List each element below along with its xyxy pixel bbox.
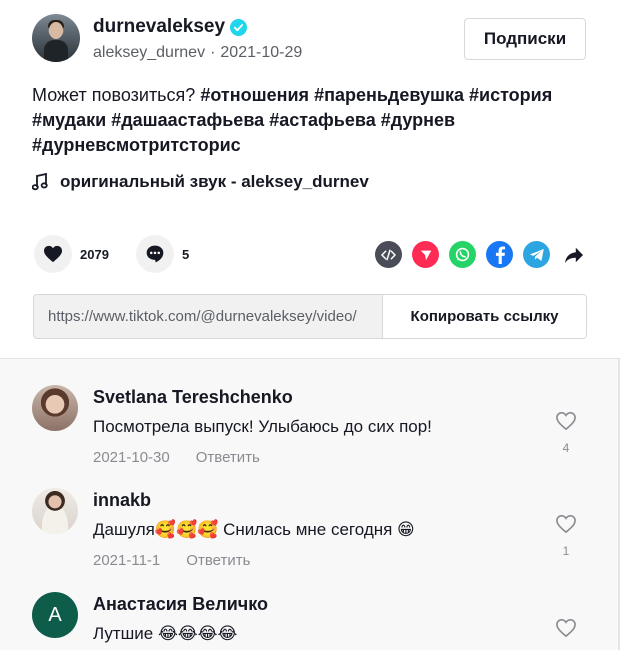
following-button[interactable]: Подписки	[464, 18, 586, 60]
comment-like[interactable]	[554, 618, 578, 638]
video-link-field[interactable]: https://www.tiktok.com/@durnevaleksey/vi…	[34, 295, 382, 338]
commenter-avatar[interactable]	[32, 488, 78, 534]
like-action[interactable]: 2079	[34, 235, 109, 273]
commenter-name[interactable]: Svetlana Tereshchenko	[93, 387, 293, 408]
comment-list: Svetlana Tereshchenko Посмотрела выпуск!…	[0, 358, 620, 650]
commenter-name[interactable]: innakb	[93, 490, 151, 511]
comment-like[interactable]: 4	[554, 411, 578, 455]
like-count: 2079	[80, 246, 109, 262]
music-note-icon	[32, 173, 48, 191]
comment-like-count: 1	[562, 544, 570, 558]
comment-date: 2021-10-30	[93, 449, 170, 466]
whatsapp-icon[interactable]	[449, 241, 476, 268]
comment-meta: 2021-11-1 Ответить	[93, 552, 250, 569]
hashtag-link[interactable]: #мудаки	[32, 110, 106, 130]
hashtag-link[interactable]: #история	[469, 85, 552, 105]
comment-text: Лутшие 😂😂😂😂	[93, 624, 238, 643]
author-avatar[interactable]	[32, 14, 80, 62]
hashtag-link[interactable]: #пареньдевушка	[314, 85, 464, 105]
embed-icon[interactable]	[375, 241, 402, 268]
comment-date: 2021-11-1	[93, 552, 161, 569]
copy-link-button[interactable]: Копировать ссылку	[382, 295, 586, 338]
avatar-letter: A	[48, 603, 62, 626]
commenter-name[interactable]: Анастасия Величко	[93, 594, 268, 615]
comment-action[interactable]: 5	[136, 235, 189, 273]
telegram-icon[interactable]	[523, 241, 550, 268]
post-caption: Может повозиться? #отношения #пареньдеву…	[32, 83, 592, 158]
author-username[interactable]: aleksey_durnev	[93, 44, 205, 62]
commenter-avatar[interactable]	[32, 385, 78, 431]
reply-link[interactable]: Ответить	[196, 449, 260, 466]
hashtag-link[interactable]: #дашаастафьева	[111, 110, 264, 130]
copy-link-box: https://www.tiktok.com/@durnevaleksey/vi…	[33, 294, 587, 339]
heart-outline-icon[interactable]	[555, 618, 577, 638]
hashtag-link[interactable]: #отношения	[200, 85, 309, 105]
post-header: durnevaleksey aleksey_durnev · 2021-10-2…	[32, 14, 586, 66]
hashtag-link[interactable]: #дурневсмотритсторис	[32, 135, 241, 155]
post-date: 2021-10-29	[220, 44, 303, 61]
comment-count: 5	[182, 246, 190, 262]
author-name-row[interactable]: durnevaleksey	[93, 16, 248, 38]
comment-meta: 2021-10-30 Ответить	[93, 449, 260, 466]
caption-text: Может повозиться?	[32, 85, 196, 105]
heart-outline-icon[interactable]	[555, 411, 577, 431]
comment-text: Дашуля🥰🥰🥰 Снилась мне сегодня 😁	[93, 520, 415, 539]
author-name[interactable]: durnevaleksey	[93, 16, 225, 38]
facebook-icon[interactable]	[486, 241, 513, 268]
reply-link[interactable]: Ответить	[186, 552, 250, 569]
comment-icon[interactable]	[136, 235, 174, 273]
music-label[interactable]: оригинальный звук - aleksey_durnev	[60, 172, 369, 192]
hashtag-link[interactable]: #дурнев	[381, 110, 455, 130]
hashtag-link[interactable]: #астафьева	[269, 110, 376, 130]
music-link[interactable]: оригинальный звук - aleksey_durnev	[32, 172, 369, 192]
commenter-avatar-letter[interactable]: A	[32, 592, 78, 638]
author-subline: aleksey_durnev · 2021-10-29	[93, 44, 302, 62]
comment-like[interactable]: 1	[554, 514, 578, 558]
action-bar: 2079 5	[34, 235, 588, 273]
share-arrow-icon[interactable]	[560, 241, 587, 268]
heart-outline-icon[interactable]	[555, 514, 577, 534]
comment-text: Посмотрела выпуск! Улыбаюсь до сих пор!	[93, 417, 432, 436]
verified-badge-icon	[230, 18, 248, 36]
send-icon[interactable]	[412, 241, 439, 268]
separator-dot: ·	[210, 44, 216, 61]
heart-icon[interactable]	[34, 235, 72, 273]
comment-like-count: 4	[562, 441, 570, 455]
